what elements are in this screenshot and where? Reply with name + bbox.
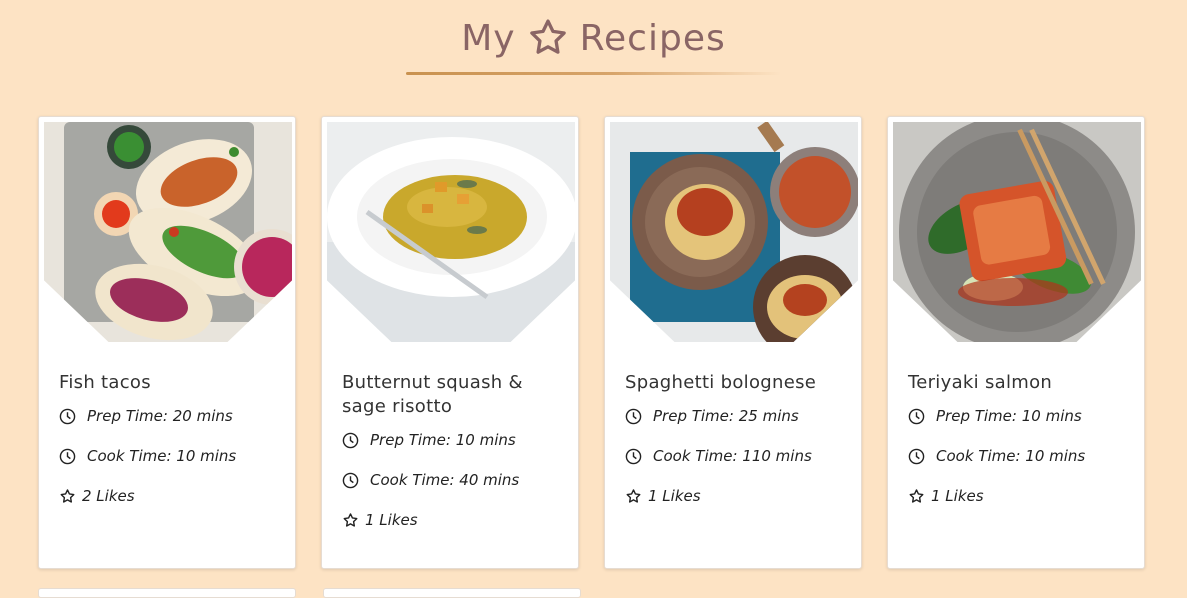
likes: 1 Likes <box>908 485 1130 507</box>
clock-icon <box>59 448 76 464</box>
recipe-image <box>44 122 292 342</box>
prep-time-text: Prep Time: 10 mins <box>936 407 1082 425</box>
recipe-grid: Fish tacos Prep Time: 20 mins Cook Time:… <box>38 116 1145 569</box>
page-title: My Recipes <box>0 16 1187 60</box>
clock-icon <box>625 408 642 424</box>
prep-time: Prep Time: 10 mins <box>908 405 1130 427</box>
title-underline <box>406 72 781 75</box>
likes-text: 1 Likes <box>365 511 418 529</box>
recipe-image <box>893 122 1141 342</box>
cook-time: Cook Time: 110 mins <box>625 445 847 467</box>
page-title-before: My <box>461 17 516 59</box>
star-icon[interactable] <box>625 488 642 505</box>
recipe-title[interactable]: Teriyaki salmon <box>908 371 1130 395</box>
cook-time-text: Cook Time: 110 mins <box>653 447 812 465</box>
cook-time: Cook Time: 10 mins <box>908 445 1130 467</box>
clock-icon <box>59 408 76 424</box>
likes-text: 2 Likes <box>82 487 135 505</box>
star-icon[interactable] <box>342 512 359 529</box>
cook-time-text: Cook Time: 10 mins <box>87 447 237 465</box>
likes-text: 1 Likes <box>648 487 701 505</box>
likes-text: 1 Likes <box>931 487 984 505</box>
star-icon <box>529 19 566 54</box>
cook-time-text: Cook Time: 40 mins <box>370 471 520 489</box>
recipe-card[interactable]: Teriyaki salmon Prep Time: 10 mins Cook … <box>887 116 1145 569</box>
likes: 1 Likes <box>625 485 847 507</box>
recipe-card[interactable]: Fish tacos Prep Time: 20 mins Cook Time:… <box>38 116 296 569</box>
prep-time: Prep Time: 20 mins <box>59 405 281 427</box>
prep-time-text: Prep Time: 20 mins <box>87 407 233 425</box>
clock-icon <box>908 408 925 424</box>
star-icon[interactable] <box>59 488 76 505</box>
clock-icon <box>342 472 359 488</box>
star-icon[interactable] <box>908 488 925 505</box>
recipe-card[interactable]: Spaghetti bolognese Prep Time: 25 mins C… <box>604 116 862 569</box>
recipe-title[interactable]: Spaghetti bolognese <box>625 371 847 395</box>
recipe-title[interactable]: Butternut squash & sage risotto <box>342 371 564 419</box>
recipe-card-partial[interactable] <box>38 588 296 598</box>
cook-time: Cook Time: 10 mins <box>59 445 281 467</box>
cook-time-text: Cook Time: 10 mins <box>936 447 1086 465</box>
page-title-after: Recipes <box>579 17 726 59</box>
recipe-card[interactable]: Butternut squash & sage risotto Prep Tim… <box>321 116 579 569</box>
cook-time: Cook Time: 40 mins <box>342 469 564 491</box>
prep-time: Prep Time: 10 mins <box>342 429 564 451</box>
recipe-title[interactable]: Fish tacos <box>59 371 281 395</box>
likes: 1 Likes <box>342 509 564 531</box>
recipe-image <box>327 122 575 342</box>
recipe-image <box>610 122 858 342</box>
recipe-card-partial[interactable] <box>323 588 581 598</box>
clock-icon <box>625 448 642 464</box>
prep-time-text: Prep Time: 10 mins <box>370 431 516 449</box>
likes: 2 Likes <box>59 485 281 507</box>
prep-time-text: Prep Time: 25 mins <box>653 407 799 425</box>
clock-icon <box>908 448 925 464</box>
prep-time: Prep Time: 25 mins <box>625 405 847 427</box>
clock-icon <box>342 432 359 448</box>
